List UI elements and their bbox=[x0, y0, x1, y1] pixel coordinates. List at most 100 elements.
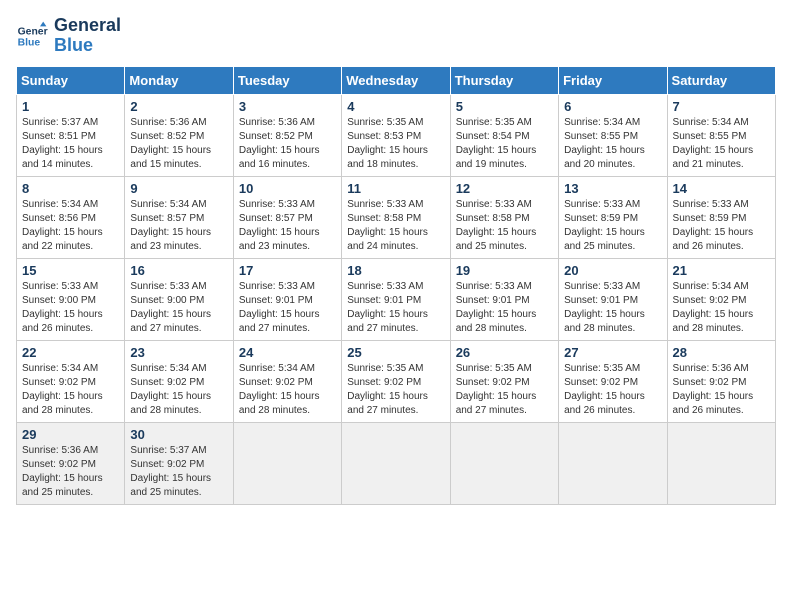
day-info: Sunrise: 5:34 AMSunset: 8:55 PMDaylight:… bbox=[673, 117, 754, 170]
day-info: Sunrise: 5:36 AMSunset: 9:02 PMDaylight:… bbox=[22, 445, 103, 498]
day-info: Sunrise: 5:36 AMSunset: 8:52 PMDaylight:… bbox=[130, 117, 211, 170]
day-number: 9 bbox=[130, 181, 227, 196]
day-number: 3 bbox=[239, 99, 336, 114]
day-info: Sunrise: 5:33 AMSunset: 8:59 PMDaylight:… bbox=[673, 199, 754, 252]
calendar-table: SundayMondayTuesdayWednesdayThursdayFrid… bbox=[16, 66, 776, 505]
calendar-cell bbox=[233, 422, 341, 504]
day-info: Sunrise: 5:33 AMSunset: 8:58 PMDaylight:… bbox=[347, 199, 428, 252]
day-number: 19 bbox=[456, 263, 553, 278]
day-number: 26 bbox=[456, 345, 553, 360]
calendar-week-row: 22Sunrise: 5:34 AMSunset: 9:02 PMDayligh… bbox=[17, 340, 776, 422]
calendar-cell: 20 Sunrise: 5:33 AMSunset: 9:01 PMDayligh… bbox=[559, 258, 667, 340]
weekday-header-sunday: Sunday bbox=[17, 66, 125, 94]
day-number: 10 bbox=[239, 181, 336, 196]
day-number: 18 bbox=[347, 263, 444, 278]
weekday-header-wednesday: Wednesday bbox=[342, 66, 450, 94]
day-number: 5 bbox=[456, 99, 553, 114]
day-number: 28 bbox=[673, 345, 770, 360]
day-number: 16 bbox=[130, 263, 227, 278]
day-info: Sunrise: 5:33 AMSunset: 9:00 PMDaylight:… bbox=[130, 281, 211, 334]
calendar-cell: 29 Sunrise: 5:36 AMSunset: 9:02 PMDayligh… bbox=[17, 422, 125, 504]
day-info: Sunrise: 5:35 AMSunset: 9:02 PMDaylight:… bbox=[564, 363, 645, 416]
calendar-cell: 27 Sunrise: 5:35 AMSunset: 9:02 PMDayligh… bbox=[559, 340, 667, 422]
calendar-cell: 5Sunrise: 5:35 AMSunset: 8:54 PMDaylight… bbox=[450, 94, 558, 176]
day-info: Sunrise: 5:34 AMSunset: 9:02 PMDaylight:… bbox=[239, 363, 320, 416]
day-number: 13 bbox=[564, 181, 661, 196]
calendar-cell: 19Sunrise: 5:33 AMSunset: 9:01 PMDayligh… bbox=[450, 258, 558, 340]
day-info: Sunrise: 5:33 AMSunset: 9:01 PMDaylight:… bbox=[564, 281, 645, 334]
day-info: Sunrise: 5:33 AMSunset: 9:01 PMDaylight:… bbox=[347, 281, 428, 334]
logo-icon: General Blue bbox=[16, 20, 48, 52]
weekday-header-thursday: Thursday bbox=[450, 66, 558, 94]
calendar-cell: 11 Sunrise: 5:33 AMSunset: 8:58 PMDayligh… bbox=[342, 176, 450, 258]
calendar-week-row: 29 Sunrise: 5:36 AMSunset: 9:02 PMDayligh… bbox=[17, 422, 776, 504]
weekday-header-friday: Friday bbox=[559, 66, 667, 94]
day-info: Sunrise: 5:37 AMSunset: 9:02 PMDaylight:… bbox=[130, 445, 211, 498]
calendar-cell: 4 Sunrise: 5:35 AMSunset: 8:53 PMDaylight… bbox=[342, 94, 450, 176]
day-info: Sunrise: 5:33 AMSunset: 8:57 PMDaylight:… bbox=[239, 199, 320, 252]
day-number: 29 bbox=[22, 427, 119, 442]
calendar-cell: 7 Sunrise: 5:34 AMSunset: 8:55 PMDaylight… bbox=[667, 94, 775, 176]
weekday-header-tuesday: Tuesday bbox=[233, 66, 341, 94]
weekday-header-row: SundayMondayTuesdayWednesdayThursdayFrid… bbox=[17, 66, 776, 94]
day-number: 21 bbox=[673, 263, 770, 278]
day-number: 11 bbox=[347, 181, 444, 196]
calendar-cell: 9 Sunrise: 5:34 AMSunset: 8:57 PMDaylight… bbox=[125, 176, 233, 258]
day-info: Sunrise: 5:33 AMSunset: 8:58 PMDaylight:… bbox=[456, 199, 537, 252]
calendar-cell: 1 Sunrise: 5:37 AMSunset: 8:51 PMDaylight… bbox=[17, 94, 125, 176]
calendar-cell: 2 Sunrise: 5:36 AMSunset: 8:52 PMDaylight… bbox=[125, 94, 233, 176]
day-number: 23 bbox=[130, 345, 227, 360]
day-number: 20 bbox=[564, 263, 661, 278]
day-number: 6 bbox=[564, 99, 661, 114]
day-number: 12 bbox=[456, 181, 553, 196]
logo: General Blue General Blue bbox=[16, 16, 121, 56]
day-number: 25 bbox=[347, 345, 444, 360]
day-info: Sunrise: 5:33 AMSunset: 9:01 PMDaylight:… bbox=[239, 281, 320, 334]
day-info: Sunrise: 5:34 AMSunset: 8:57 PMDaylight:… bbox=[130, 199, 211, 252]
calendar-cell: 21 Sunrise: 5:34 AMSunset: 9:02 PMDayligh… bbox=[667, 258, 775, 340]
day-info: Sunrise: 5:34 AMSunset: 9:02 PMDaylight:… bbox=[673, 281, 754, 334]
calendar-cell: 13 Sunrise: 5:33 AMSunset: 8:59 PMDayligh… bbox=[559, 176, 667, 258]
calendar-cell: 15Sunrise: 5:33 AMSunset: 9:00 PMDayligh… bbox=[17, 258, 125, 340]
calendar-cell: 12 Sunrise: 5:33 AMSunset: 8:58 PMDayligh… bbox=[450, 176, 558, 258]
day-info: Sunrise: 5:34 AMSunset: 9:02 PMDaylight:… bbox=[22, 363, 103, 416]
day-info: Sunrise: 5:35 AMSunset: 9:02 PMDaylight:… bbox=[456, 363, 537, 416]
calendar-cell: 3Sunrise: 5:36 AMSunset: 8:52 PMDaylight… bbox=[233, 94, 341, 176]
weekday-header-saturday: Saturday bbox=[667, 66, 775, 94]
day-number: 27 bbox=[564, 345, 661, 360]
calendar-cell: 14Sunrise: 5:33 AMSunset: 8:59 PMDayligh… bbox=[667, 176, 775, 258]
calendar-cell: 23 Sunrise: 5:34 AMSunset: 9:02 PMDayligh… bbox=[125, 340, 233, 422]
day-info: Sunrise: 5:34 AMSunset: 8:56 PMDaylight:… bbox=[22, 199, 103, 252]
calendar-cell: 17 Sunrise: 5:33 AMSunset: 9:01 PMDayligh… bbox=[233, 258, 341, 340]
day-number: 4 bbox=[347, 99, 444, 114]
day-number: 17 bbox=[239, 263, 336, 278]
svg-text:General: General bbox=[18, 26, 48, 37]
calendar-cell: 8 Sunrise: 5:34 AMSunset: 8:56 PMDaylight… bbox=[17, 176, 125, 258]
day-number: 24 bbox=[239, 345, 336, 360]
calendar-cell: 6 Sunrise: 5:34 AMSunset: 8:55 PMDaylight… bbox=[559, 94, 667, 176]
day-info: Sunrise: 5:37 AMSunset: 8:51 PMDaylight:… bbox=[22, 117, 103, 170]
calendar-cell: 25 Sunrise: 5:35 AMSunset: 9:02 PMDayligh… bbox=[342, 340, 450, 422]
day-number: 1 bbox=[22, 99, 119, 114]
day-info: Sunrise: 5:33 AMSunset: 8:59 PMDaylight:… bbox=[564, 199, 645, 252]
calendar-cell: 22Sunrise: 5:34 AMSunset: 9:02 PMDayligh… bbox=[17, 340, 125, 422]
day-number: 2 bbox=[130, 99, 227, 114]
weekday-header-monday: Monday bbox=[125, 66, 233, 94]
day-info: Sunrise: 5:35 AMSunset: 8:53 PMDaylight:… bbox=[347, 117, 428, 170]
day-number: 30 bbox=[130, 427, 227, 442]
calendar-cell: 16 Sunrise: 5:33 AMSunset: 9:00 PMDayligh… bbox=[125, 258, 233, 340]
calendar-cell bbox=[667, 422, 775, 504]
day-number: 8 bbox=[22, 181, 119, 196]
calendar-cell bbox=[450, 422, 558, 504]
calendar-week-row: 15 Sunrise: 5:33 AMSunset: 9:00 PMDayligh… bbox=[17, 258, 776, 340]
day-info: Sunrise: 5:34 AMSunset: 9:02 PMDaylight:… bbox=[130, 363, 211, 416]
day-info: Sunrise: 5:35 AMSunset: 9:02 PMDaylight:… bbox=[347, 363, 428, 416]
calendar-cell: 10 Sunrise: 5:33 AMSunset: 8:57 PMDayligh… bbox=[233, 176, 341, 258]
day-number: 7 bbox=[673, 99, 770, 114]
calendar-cell: 28 Sunrise: 5:36 AMSunset: 9:02 PMDayligh… bbox=[667, 340, 775, 422]
svg-text:Blue: Blue bbox=[18, 37, 41, 48]
day-info: Sunrise: 5:34 AMSunset: 8:55 PMDaylight:… bbox=[564, 117, 645, 170]
day-number: 15 bbox=[22, 263, 119, 278]
day-info: Sunrise: 5:36 AMSunset: 9:02 PMDaylight:… bbox=[673, 363, 754, 416]
calendar-cell: 30 Sunrise: 5:37 AMSunset: 9:02 PMDayligh… bbox=[125, 422, 233, 504]
